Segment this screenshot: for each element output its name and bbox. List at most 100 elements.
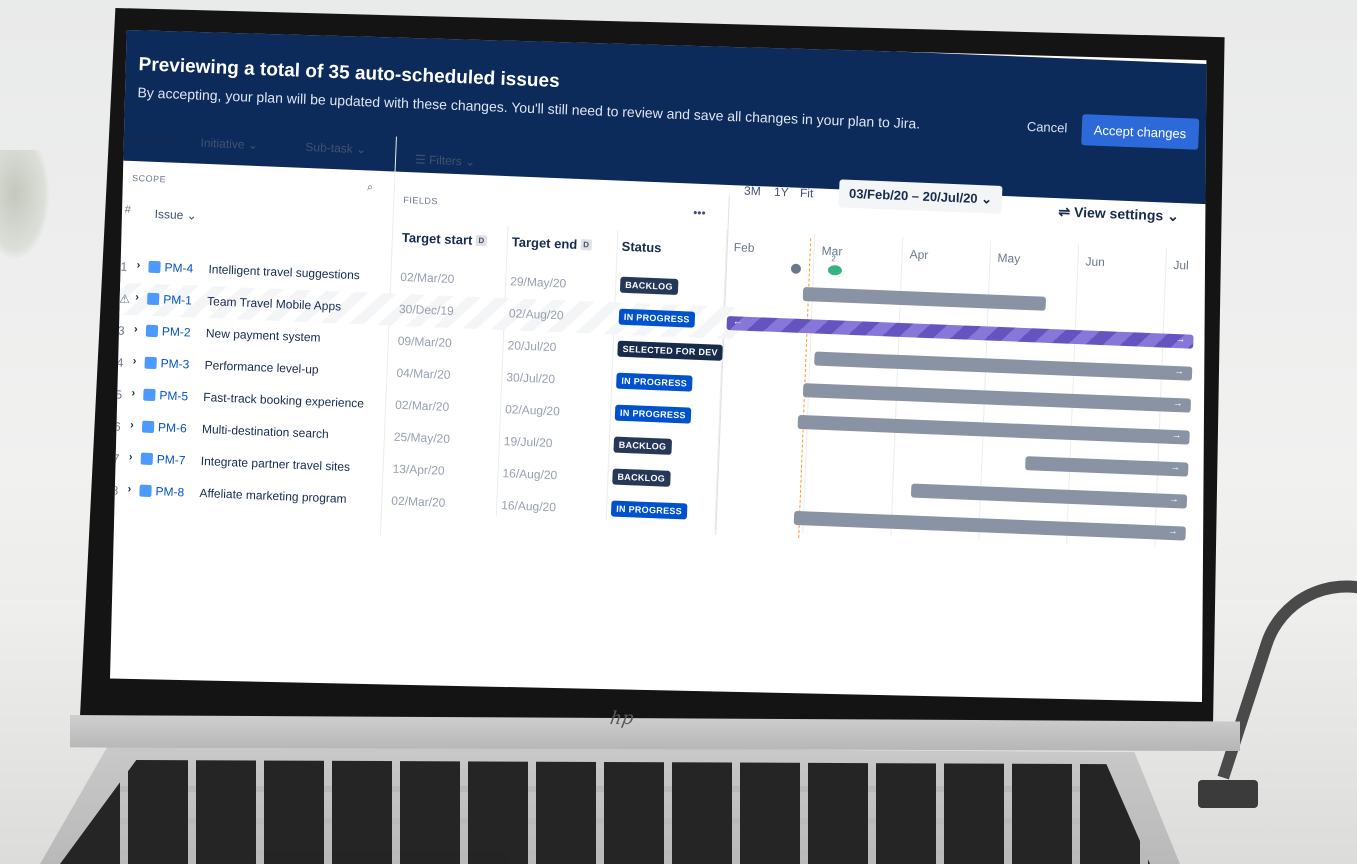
target-end-cell[interactable]: 02/Aug/20	[509, 306, 564, 322]
status-header[interactable]: Status	[621, 239, 661, 256]
target-start-cell[interactable]: 30/Dec/19	[399, 302, 454, 318]
chevron-down-icon: ⌄	[464, 154, 476, 169]
status-badge[interactable]: SELECTED FOR DEV	[617, 340, 724, 361]
chevron-down-icon: ⌄	[355, 141, 367, 157]
timeline-bar[interactable]: →	[911, 483, 1188, 509]
target-start-cell[interactable]: 04/Mar/20	[396, 366, 451, 382]
target-start-cell[interactable]: 09/Mar/20	[397, 334, 452, 350]
timeline-bar[interactable]: →	[803, 383, 1192, 413]
target-end-cell[interactable]: 19/Jul/20	[504, 434, 553, 450]
issue-key-link[interactable]: PM-6	[158, 420, 187, 435]
issue-key-link[interactable]: PM-2	[162, 324, 191, 339]
status-badge[interactable]: IN PROGRESS	[614, 404, 692, 424]
issue-column-header[interactable]: Issue ⌄	[154, 207, 197, 223]
date-badge: D	[580, 239, 593, 251]
target-end-cell[interactable]: 02/Aug/20	[505, 402, 560, 418]
timeline-bar[interactable]: →	[797, 414, 1190, 445]
zoom-3m-button[interactable]: 3M	[744, 184, 761, 199]
issue-key-link[interactable]: PM-1	[163, 292, 192, 307]
initiative-type-icon	[139, 484, 152, 498]
target-start-cell[interactable]: 02/Mar/20	[395, 398, 450, 414]
hierarchy-from-select[interactable]: Initiative ⌄	[200, 136, 258, 152]
banner-title-suffix: auto-scheduled issues	[354, 62, 561, 93]
zoom-1y-button[interactable]: 1Y	[774, 185, 789, 200]
issue-key-link[interactable]: PM-3	[160, 356, 189, 371]
status-badge[interactable]: BACKLOG	[612, 468, 671, 487]
status-badge[interactable]: IN PROGRESS	[618, 308, 695, 328]
release-marker-done-icon[interactable]	[827, 265, 843, 276]
target-start-header[interactable]: Target start D	[402, 230, 488, 248]
issue-key-link[interactable]: PM-7	[157, 452, 186, 467]
status-badge[interactable]: BACKLOG	[619, 276, 679, 295]
banner-title-prefix: Previewing a total of	[138, 54, 324, 83]
sliders-icon: ⇌	[1058, 203, 1075, 220]
timeline-bar[interactable]: → ←	[726, 315, 1194, 349]
target-start-cell[interactable]: 02/Mar/20	[391, 494, 446, 510]
plan-preview-app: Previewing a total of 35 auto-scheduled …	[110, 30, 1207, 702]
date-range-select[interactable]: 03/Feb/20 – 20/Jul/20 ⌄	[838, 179, 1003, 214]
date-range-value: 03/Feb/20 – 20/Jul/20	[848, 185, 978, 206]
issue-key-link[interactable]: PM-5	[159, 388, 188, 403]
chevron-down-icon: ⌄	[247, 137, 259, 153]
timeline-bar[interactable]	[802, 287, 1046, 311]
issue-summary: Performance level-up	[204, 358, 319, 377]
status-badge[interactable]: BACKLOG	[613, 436, 672, 455]
issue-key-link[interactable]: PM-4	[164, 260, 193, 275]
target-end-cell[interactable]: 16/Aug/20	[502, 466, 557, 482]
arrow-right-icon: →	[1167, 525, 1178, 538]
issue-summary: New payment system	[205, 326, 321, 345]
issue-column-label: Issue	[154, 206, 184, 223]
expand-chevron-icon[interactable]: ›	[130, 419, 134, 431]
expand-chevron-icon[interactable]: ›	[136, 259, 140, 271]
zoom-fit-button[interactable]: Fit	[800, 186, 814, 201]
accept-changes-button[interactable]: Accept changes	[1081, 114, 1199, 150]
search-icon[interactable]: ⌕	[367, 181, 374, 194]
month-label: Jun	[1085, 254, 1106, 270]
hierarchy-to-label: to	[283, 139, 294, 154]
preview-banner: Previewing a total of 35 auto-scheduled …	[110, 30, 1207, 206]
hierarchy-label: Hierarchy:	[130, 132, 186, 150]
initiative-type-icon	[143, 388, 156, 402]
target-end-cell[interactable]: 20/Jul/20	[507, 338, 556, 354]
target-end-header[interactable]: Target end D	[512, 234, 593, 252]
target-start-cell[interactable]: 02/Mar/20	[400, 270, 455, 286]
expand-chevron-icon[interactable]: ›	[129, 451, 133, 463]
issue-summary: Multi-destination search	[201, 422, 329, 442]
issue-key-link[interactable]: PM-8	[155, 484, 184, 499]
fields-header: FIELDS	[403, 194, 439, 207]
warning-icon: ⚠	[118, 291, 131, 307]
release-marker-icon[interactable]	[790, 263, 802, 274]
target-end-cell[interactable]: 16/Aug/20	[501, 498, 556, 514]
hash-column-header: #	[124, 203, 132, 216]
timeline-bar[interactable]: →	[1024, 456, 1189, 477]
marker-count: 2	[831, 254, 837, 264]
timeline-bar[interactable]: →	[813, 351, 1193, 381]
arrow-right-icon: →	[1172, 397, 1184, 410]
hierarchy-from-value: Initiative	[200, 135, 245, 152]
target-start-cell[interactable]: 25/May/20	[394, 430, 451, 446]
issue-summary: Affeliate marketing program	[199, 485, 347, 506]
expand-chevron-icon[interactable]: ›	[135, 291, 139, 303]
expand-chevron-icon[interactable]: ›	[131, 387, 135, 399]
timeline-bar[interactable]: →	[793, 510, 1186, 541]
initiative-type-icon	[145, 324, 159, 338]
expand-chevron-icon[interactable]: ›	[132, 355, 136, 367]
month-label: Jul	[1173, 257, 1190, 273]
view-settings-button[interactable]: ⇌ View settings ⌄	[1058, 203, 1179, 225]
cancel-button[interactable]: Cancel	[1027, 119, 1068, 136]
more-options-icon[interactable]: •••	[693, 206, 706, 220]
target-start-cell[interactable]: 13/Apr/20	[392, 462, 445, 478]
expand-chevron-icon[interactable]: ›	[134, 323, 138, 335]
initiative-type-icon	[144, 356, 157, 370]
filters-button[interactable]: ☰ Filters ⌄	[415, 152, 476, 168]
status-badge[interactable]: IN PROGRESS	[610, 500, 688, 520]
chevron-down-icon: ⌄	[1166, 207, 1180, 225]
initiative-type-icon	[148, 260, 161, 274]
hierarchy-to-select[interactable]: Sub-task ⌄	[305, 140, 366, 156]
target-end-cell[interactable]: 30/Jul/20	[506, 370, 555, 386]
status-badge[interactable]: IN PROGRESS	[616, 372, 693, 392]
keyboard-keys	[60, 760, 1150, 864]
month-label: May	[997, 250, 1021, 266]
expand-chevron-icon[interactable]: ›	[127, 483, 131, 495]
target-end-cell[interactable]: 29/May/20	[510, 274, 567, 290]
